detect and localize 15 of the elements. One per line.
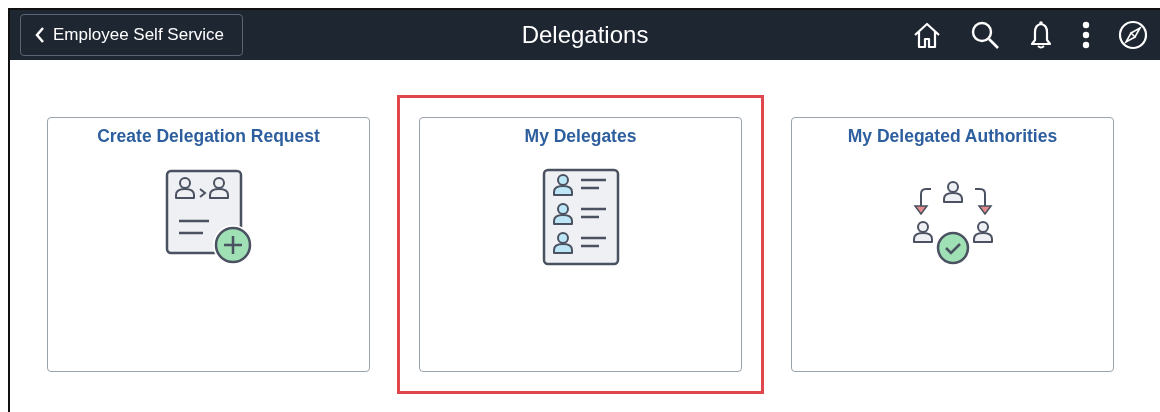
back-button[interactable]: Employee Self Service bbox=[20, 14, 244, 56]
tile-title: My Delegated Authorities bbox=[847, 126, 1058, 147]
tile[interactable]: Create Delegation Request bbox=[47, 117, 370, 372]
bell-icon[interactable] bbox=[1028, 20, 1054, 50]
more-icon[interactable] bbox=[1082, 21, 1090, 49]
page-title: Delegations bbox=[521, 21, 649, 48]
home-icon[interactable] bbox=[912, 21, 942, 49]
compass-icon[interactable] bbox=[1118, 20, 1148, 50]
search-icon[interactable] bbox=[970, 20, 1000, 50]
tile[interactable]: My Delegates bbox=[419, 117, 742, 372]
contact-list-icon bbox=[540, 167, 621, 267]
tile-title: Create Delegation Request bbox=[97, 126, 320, 147]
tile-title: My Delegates bbox=[524, 126, 637, 147]
tile[interactable]: My Delegated Authorities bbox=[791, 117, 1114, 372]
chevron-left-icon bbox=[35, 26, 45, 44]
